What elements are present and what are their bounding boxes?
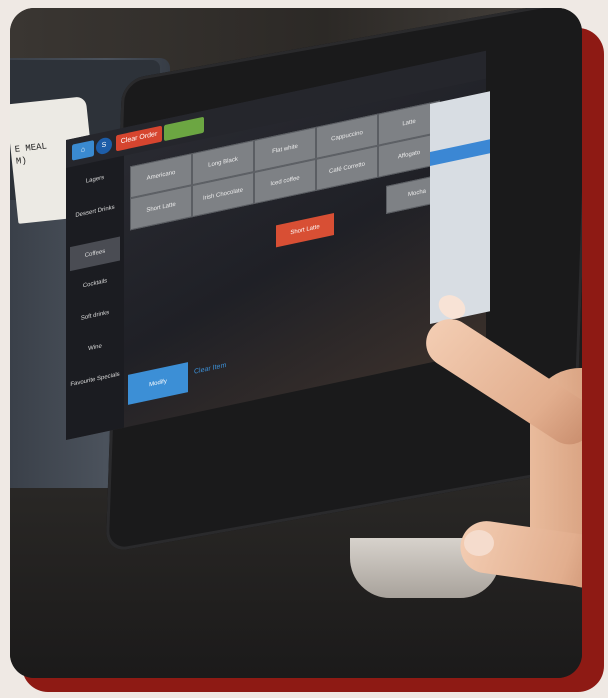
- sidebar-item-dessert-drinks[interactable]: Dessert Drinks: [70, 203, 120, 223]
- photo: E MEAL M) ⌂ S Clear Order Lagers Dessert…: [10, 8, 582, 678]
- thumbnail: [464, 530, 494, 556]
- sidebar-item-favourites[interactable]: Favourite Specials: [70, 371, 120, 391]
- app-logo-icon[interactable]: S: [96, 136, 112, 156]
- clear-order-button[interactable]: Clear Order: [116, 125, 162, 152]
- order-panel-selected-row[interactable]: [430, 139, 490, 166]
- category-sidebar: Lagers Dessert Drinks Coffees Cocktails …: [66, 155, 124, 440]
- selected-item-button[interactable]: Short Latte: [276, 213, 334, 248]
- sidebar-item-soft-drinks[interactable]: Soft drinks: [70, 307, 120, 327]
- clear-item-link[interactable]: Clear Item: [194, 362, 226, 376]
- home-button[interactable]: ⌂: [72, 140, 94, 161]
- green-action-button[interactable]: [164, 116, 204, 142]
- sidebar-item-lagers[interactable]: Lagers: [70, 171, 120, 191]
- order-panel: [430, 91, 490, 324]
- sidebar-item-wine[interactable]: Wine: [70, 339, 120, 359]
- sidebar-item-coffees[interactable]: Coffees: [70, 236, 120, 272]
- sidebar-item-cocktails[interactable]: Cocktails: [70, 275, 120, 295]
- modify-button[interactable]: Modify: [128, 362, 188, 405]
